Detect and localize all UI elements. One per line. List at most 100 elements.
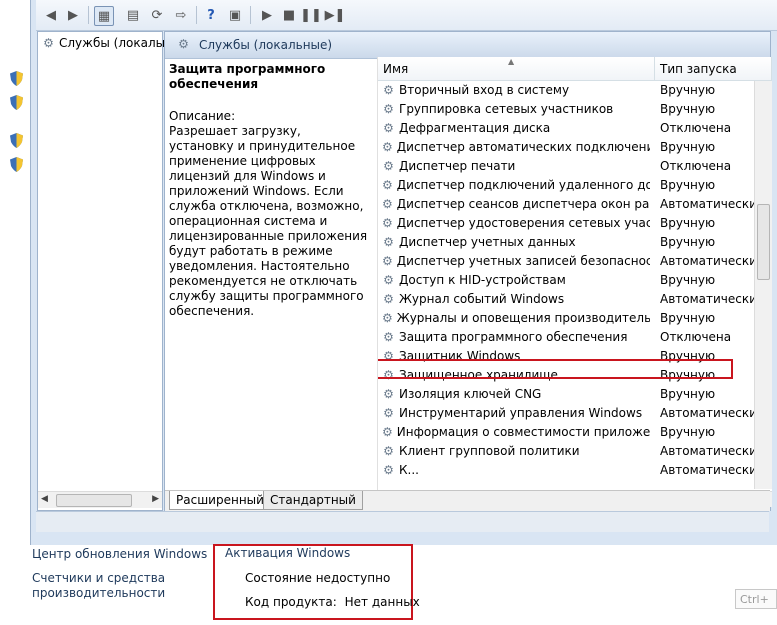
toolbar-separator [250,6,251,24]
activation-title[interactable]: Активация Windows [225,546,350,560]
tree-item-services[interactable]: ⚙ Службы (локалы [42,36,165,50]
description-text: Разрешает загрузку, установку и принудит… [169,124,368,318]
service-name-cell: ⚙ Журналы и оповещения производительно... [382,309,650,328]
tab-standard[interactable]: Стандартный [263,491,363,510]
gear-icon: ⚙ [383,273,394,287]
service-name: Диспетчер удостоверения сетевых участник… [396,216,650,230]
service-name-cell: ⚙Диспетчер подключений удаленного доступ… [382,176,650,195]
service-startup: Вручную [660,178,716,192]
service-row[interactable]: ⚙Диспетчер автоматических подключений у.… [378,138,772,157]
properties-icon[interactable]: ▤ [124,6,142,24]
service-name: Изоляция ключей CNG [399,387,542,401]
console-tree-icon[interactable]: ▦ [94,6,114,26]
service-row[interactable]: ⚙ Диспетчер учетных записей безопасности А… [378,252,772,271]
service-name: Инструментарий управления Windows [399,406,643,420]
link-update-center[interactable]: Центр обновления Windows [32,547,207,561]
shield-icon[interactable] [10,133,23,148]
service-row[interactable]: ⚙Диспетчер подключений удаленного доступ… [378,176,772,195]
gear-icon: ⚙ [383,83,394,97]
scroll-left-icon[interactable]: ◀ [41,494,48,504]
service-startup: Вручную [660,273,716,287]
shield-icon[interactable] [10,71,23,86]
product-key-label: Код продукта: [245,595,337,609]
play-icon[interactable]: ▶ [258,6,276,24]
scroll-right-icon[interactable]: ▶ [152,494,159,504]
service-name-cell: ⚙Диспетчер удостоверения сетевых участни… [382,214,650,233]
gear-icon: ⚙ [382,254,393,268]
gear-icon: ⚙ [383,406,394,420]
pause-icon[interactable]: ❚❚ [300,6,322,24]
gear-icon: ⚙ [383,121,394,135]
service-row[interactable]: ⚙ Информация о совместимости приложений Вр… [378,423,772,442]
service-row[interactable]: ⚙ Дефрагментация диска Отключена [378,119,772,138]
perf-line-1: Счетчики и средства [32,571,166,585]
service-row[interactable]: ⚙ К... Автоматически [378,461,772,480]
service-startup: Вручную [660,83,716,97]
back-arrow-icon[interactable]: ◀ [42,6,60,24]
service-row[interactable]: ⚙ Доступ к HID-устройствам Вручную [378,271,772,290]
service-row[interactable]: ⚙ Диспетчер печати Отключена [378,157,772,176]
stop-icon[interactable]: ■ [280,6,298,24]
service-row[interactable]: ⚙ Журналы и оповещения производительно...… [378,309,772,328]
service-row[interactable]: ⚙ Инструментарий управления Windows Автома… [378,404,772,423]
shortcut-hint: Ctrl+ [735,589,777,609]
column-header-startup[interactable]: Тип запуска [655,57,772,81]
forward-arrow-icon[interactable]: ▶ [64,6,82,24]
service-startup: Отключена [660,330,732,344]
service-row[interactable]: ⚙ Изоляция ключей CNG Вручную [378,385,772,404]
scroll-thumb[interactable] [56,494,132,507]
service-row[interactable]: ⚙Диспетчер сеансов диспетчера окон рабоч… [378,195,772,214]
service-row[interactable]: ⚙ Журнал событий Windows Автоматически [378,290,772,309]
link-performance[interactable]: Счетчики и средства производительности [32,571,165,601]
highlight-box [378,359,733,379]
action-pane-icon[interactable]: ▣ [226,6,244,24]
service-row[interactable]: ⚙ Клиент групповой политики Автоматически [378,442,772,461]
service-name: К... [399,463,419,477]
service-name-cell: ⚙Диспетчер автоматических подключений у.… [382,138,650,157]
service-name: Диспетчер учетных данных [399,235,576,249]
service-row[interactable]: ⚙ Вторичный вход в систему Вручную [378,81,772,100]
scroll-thumb[interactable] [757,204,770,280]
shield-icon[interactable] [10,157,23,172]
list-vertical-scrollbar[interactable] [754,81,772,489]
service-startup: Автоматически [660,254,755,268]
service-name: Диспетчер подключений удаленного доступа [396,178,650,192]
restart-icon[interactable]: ▶❚ [325,6,346,24]
services-panel: ⚙ Службы (локальные) Защита программного… [164,31,772,511]
column-header-name[interactable]: Имя ▲ [378,57,655,81]
service-name: Защита программного обеспечения [399,330,628,344]
service-name: Дефрагментация диска [399,121,551,135]
service-name-cell: ⚙ Диспетчер учетных записей безопасности [382,252,650,271]
service-startup: Вручную [660,216,716,230]
service-row[interactable]: ⚙ Защита программного обеспечения Отключен… [378,328,772,347]
refresh-icon[interactable]: ⟳ [148,6,166,24]
console-tree: ⚙ Службы (локалы ◀ ▶ [37,31,165,511]
service-row[interactable]: ⚙ Группировка сетевых участников Вручную [378,100,772,119]
service-startup: Автоматически [660,292,755,306]
tree-horizontal-scrollbar[interactable]: ◀ ▶ [38,491,162,508]
service-name-cell: ⚙ Вторичный вход в систему [382,81,650,100]
gear-icon: ⚙ [383,102,394,116]
tree-item-label: Службы (локалы [59,36,166,50]
tab-extended[interactable]: Расширенный [169,491,271,510]
service-row[interactable]: ⚙ Диспетчер учетных данных Вручную [378,233,772,252]
services-list: Имя ▲ Тип запуска ⚙ Вторичный вход в сист… [377,57,772,507]
export-icon[interactable]: ⇨ [172,6,190,24]
service-startup: Автоматически [660,463,755,477]
service-startup: Вручную [660,235,716,249]
service-name: Диспетчер автоматических подключений у..… [396,140,650,154]
gear-icon: ⚙ [382,140,393,154]
help-icon[interactable]: ? [202,6,220,24]
service-name: Журналы и оповещения производительно... [396,311,650,325]
service-row[interactable]: ⚙Диспетчер удостоверения сетевых участни… [378,214,772,233]
service-name: Информация о совместимости приложений [396,425,650,439]
shield-icon[interactable] [10,95,23,110]
sort-up-icon: ▲ [508,57,515,66]
gear-icon: ⚙ [43,35,54,50]
perf-line-2: производительности [32,586,166,600]
gear-icon: ⚙ [383,235,394,249]
service-name-cell: ⚙ К... [382,461,650,480]
service-startup: Автоматически [660,406,755,420]
toolbar-separator [88,6,89,24]
service-name-cell: ⚙ Дефрагментация диска [382,119,650,138]
